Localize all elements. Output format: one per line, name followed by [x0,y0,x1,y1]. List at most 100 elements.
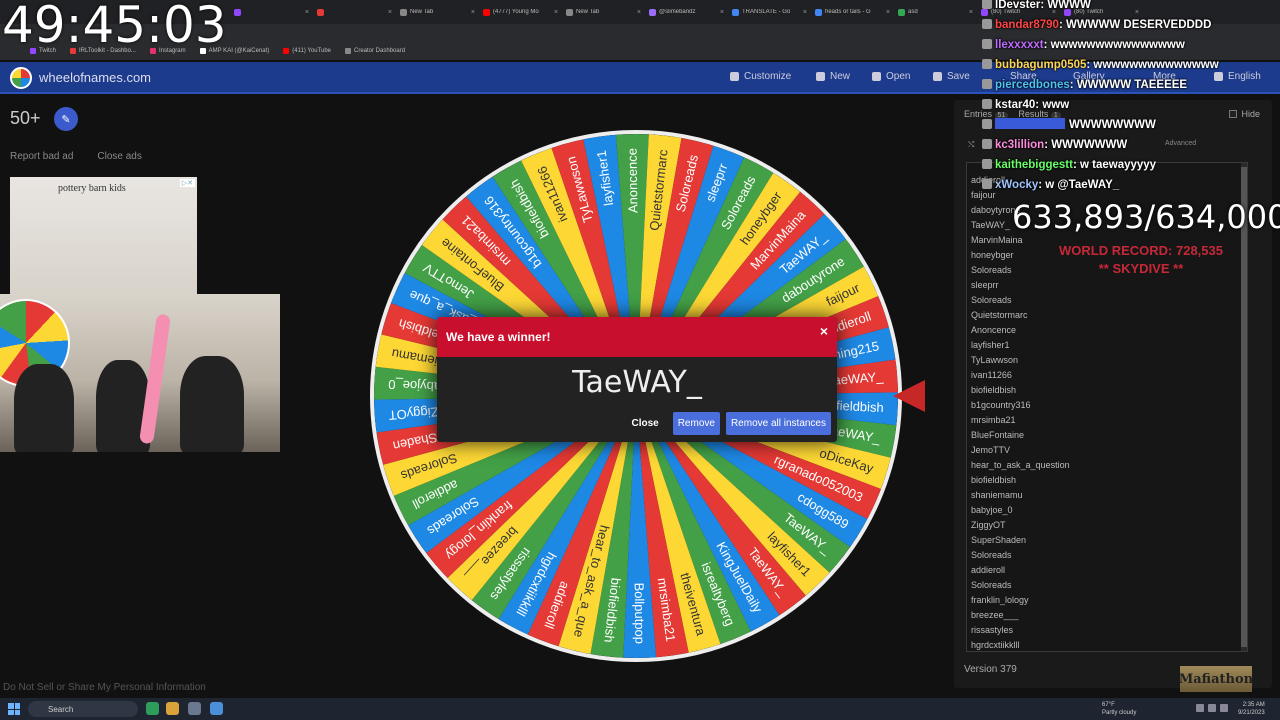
chat-username: kstar40 [995,99,1036,111]
bookmark-item[interactable]: Creator Dashboard [345,48,405,54]
browser-tab[interactable]: TRANSLATE - Go × [728,2,811,22]
chat-message: xWocky: w @TaeWAY_ [982,175,1280,195]
shuffle-icon[interactable]: ⤭ [968,140,974,150]
person [180,356,244,452]
browser-tab[interactable]: asd × [894,2,977,22]
tab-close-icon[interactable]: × [720,9,724,16]
scrollbar[interactable] [1241,163,1247,651]
tab-favicon-icon [649,8,656,16]
tab-favicon-icon [566,8,573,16]
chat-message: kc3lillion: WWWWWWW [982,135,1280,155]
browser-tab[interactable]: × [313,2,396,22]
remove-button[interactable]: Remove [672,412,720,435]
browser-tab[interactable]: New Tab × [562,2,645,22]
open-button[interactable]: Open [872,71,910,82]
browser-tab[interactable]: (4777) Young Mo × [479,2,562,22]
tab-close-icon[interactable]: × [803,9,807,16]
chat-badge-icon [982,99,992,109]
scrollbar-thumb[interactable] [1241,167,1247,647]
winner-name: TaeWAY_ [572,365,702,400]
save-button[interactable]: Save [933,71,970,82]
chat-username: llexxxxxt [995,39,1044,51]
chat-badge-icon [982,59,992,69]
list-item: ZiggyOT [971,520,1006,530]
list-item: b1gcountry316 [971,400,1031,410]
customize-button[interactable]: Customize [730,71,791,82]
list-item: TyLawwson [971,355,1019,365]
app-icon[interactable] [210,702,223,715]
new-button[interactable]: New [816,71,850,82]
file-explorer-icon[interactable] [166,702,179,715]
tab-close-icon[interactable]: × [305,9,309,16]
dialog-title: We have a winner! [446,330,551,344]
close-icon[interactable]: × [820,323,828,339]
remove-all-button[interactable]: Remove all instances [725,412,831,435]
chat-text: WWWWW TAEEEEE [1076,79,1188,91]
site-name[interactable]: wheelofnames.com [39,70,151,85]
entry-count: 50+ [10,108,41,128]
pencil-icon: ✎ [61,113,71,126]
taskbar-search[interactable]: Search [28,701,138,717]
save-icon [933,72,942,81]
chat-text: WWWWW DESERVEDDDD [1065,19,1212,31]
chat-username: lDevster [995,0,1041,11]
report-bad-ad-link[interactable]: Report bad ad [10,151,73,162]
adchoices-icon[interactable]: ▷✕ [179,179,195,187]
chat-badge-icon [982,79,992,89]
tab-favicon-icon [815,8,822,16]
tab-close-icon[interactable]: × [969,9,973,16]
chat-overlay: lDevster: WWWW bandar8790: WWWWW DESERVED… [982,0,1280,195]
tab-close-icon[interactable]: × [388,9,392,16]
palette-icon [730,72,739,81]
close-button[interactable]: Close [623,412,666,435]
wheel-slice-label: Anoncence [625,148,641,213]
winner-dialog: We have a winner! × TaeWAY_ Close Remove… [437,317,837,442]
tab-close-icon[interactable]: × [554,9,558,16]
bookmark-item[interactable]: (411) YouTube [283,48,331,54]
list-item: franklin_lology [971,595,1029,605]
ad-title: pottery barn kids [58,183,126,194]
list-item: hear_to_ask_a_question [971,460,1070,470]
chat-text: www [1042,99,1070,111]
chat-message: llexxxxxt: wwwwwwwwwwwwwww [982,35,1280,55]
list-item: sleeprr [971,280,999,290]
tab-close-icon[interactable]: × [637,9,641,16]
tab-close-icon[interactable]: × [471,9,475,16]
chat-message: kaithebiggestt: w taewayyyyy [982,155,1280,175]
taskbar-clock[interactable]: 2:35 AM 9/21/2023 [1238,701,1265,717]
windows-start-icon[interactable] [8,703,20,715]
world-record-sub: ** SKYDIVE ** [1098,261,1184,276]
ad-image[interactable]: pottery barn kids ▷✕ [10,177,197,295]
chat-username: kc3lillion [995,139,1045,151]
browser-tab[interactable]: heads or tails - G × [811,2,894,22]
list-item: Soloreads [971,580,1012,590]
weather-widget[interactable]: 67°F Partly cloudy [1102,701,1136,717]
browser-tab[interactable]: @slimebandz × [645,2,728,22]
close-ads-link[interactable]: Close ads [97,151,141,162]
chat-badge-icon [982,119,992,129]
system-tray[interactable] [1196,704,1228,712]
wifi-icon [1208,704,1216,712]
dialog-actions: Close Remove Remove all instances [623,412,831,435]
chat-message: kstar40: www [982,95,1280,115]
list-item: Soloreads [971,295,1012,305]
list-item: ivan11266 [971,370,1012,380]
sub-goal-counter: 633,893/634,000 [1012,198,1280,236]
do-not-sell-link[interactable]: Do Not Sell or Share My Personal Informa… [3,682,206,693]
edit-title-button[interactable]: ✎ [54,107,78,131]
browser-tab[interactable]: New Tab × [396,2,479,22]
person [14,364,74,452]
tab-close-icon[interactable]: × [886,9,890,16]
entries-list: addierollfaijourdaboytyroneTaeWAY_Marvin… [967,163,1247,651]
wheel-slice-label: Bollputpop [632,582,648,644]
chat-text: wwwwwwwwwwwwww [1093,59,1219,71]
chrome-icon[interactable] [146,702,159,715]
chevron-up-icon [1196,704,1204,712]
list-item: rissastyles [971,625,1014,635]
settings-icon[interactable] [188,702,201,715]
wheel-logo-icon[interactable] [10,67,32,89]
browser-tab[interactable]: × [230,2,313,22]
tab-favicon-icon [483,8,490,16]
tab-favicon-icon [400,8,407,16]
bookmark-favicon-icon [345,48,351,54]
